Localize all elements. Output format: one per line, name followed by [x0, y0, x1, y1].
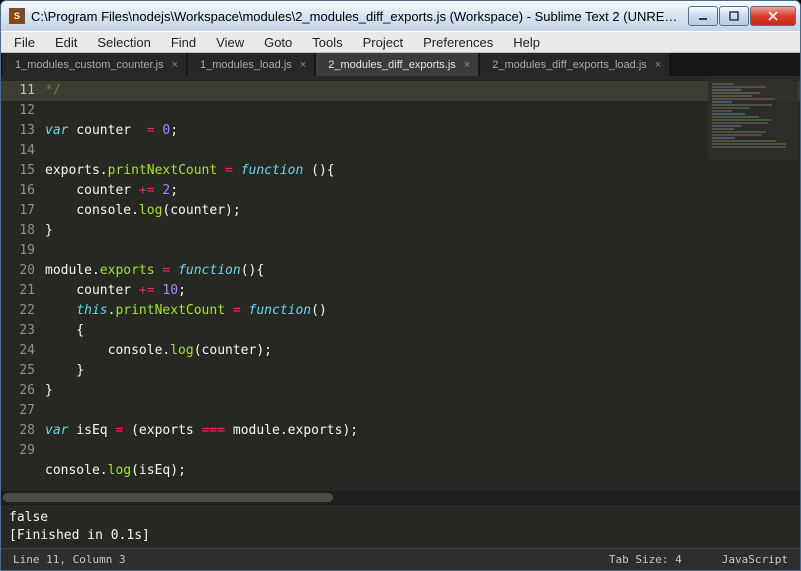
editor-area: 11 12 13 14 15 16 17 18 19 20 21 22 23 2…: [1, 77, 800, 548]
code-line[interactable]: module.exports = function(){: [45, 263, 264, 278]
app-icon: S: [9, 8, 25, 24]
menu-preferences[interactable]: Preferences: [414, 33, 502, 52]
code-line[interactable]: var isEq = (exports === module.exports);: [45, 423, 358, 438]
minimize-button[interactable]: [688, 6, 718, 26]
line-number[interactable]: 11: [1, 81, 45, 101]
code-line[interactable]: this.printNextCount = function(): [45, 303, 327, 318]
menu-project[interactable]: Project: [354, 33, 412, 52]
menubar: FileEditSelectionFindViewGotoToolsProjec…: [1, 31, 800, 53]
close-icon[interactable]: ×: [464, 59, 470, 71]
menu-tools[interactable]: Tools: [303, 33, 351, 52]
line-number[interactable]: 16: [19, 183, 35, 198]
tab-label: 2_modules_diff_exports.js: [328, 59, 456, 71]
line-number[interactable]: 25: [19, 363, 35, 378]
minimap[interactable]: [708, 79, 798, 159]
code-content[interactable]: */ var counter = 0; exports.printNextCou…: [45, 77, 800, 491]
tab-label: 2_modules_diff_exports_load.js: [492, 59, 647, 71]
menu-goto[interactable]: Goto: [255, 33, 301, 52]
code-line[interactable]: }: [45, 223, 53, 238]
titlebar[interactable]: S C:\Program Files\nodejs\Workspace\modu…: [1, 1, 800, 31]
app-window: S C:\Program Files\nodejs\Workspace\modu…: [0, 0, 801, 571]
code-line[interactable]: {: [45, 323, 84, 338]
maximize-button[interactable]: [719, 6, 749, 26]
code-line[interactable]: exports.printNextCount = function (){: [45, 163, 335, 178]
window-controls: [688, 6, 796, 26]
tab-2[interactable]: 2_modules_diff_exports.js ×: [316, 53, 478, 76]
line-number[interactable]: 29: [19, 443, 35, 458]
line-number[interactable]: 21: [19, 283, 35, 298]
menu-edit[interactable]: Edit: [46, 33, 86, 52]
line-number[interactable]: 24: [19, 343, 35, 358]
line-number[interactable]: 22: [19, 303, 35, 318]
code-line[interactable]: }: [45, 383, 53, 398]
code-line[interactable]: var counter = 0;: [45, 123, 178, 138]
line-number[interactable]: 23: [19, 323, 35, 338]
menu-find[interactable]: Find: [162, 33, 205, 52]
line-number[interactable]: 20: [19, 263, 35, 278]
code-line[interactable]: }: [45, 363, 84, 378]
line-number[interactable]: 14: [19, 143, 35, 158]
menu-selection[interactable]: Selection: [88, 33, 159, 52]
tab-0[interactable]: 1_modules_custom_counter.js ×: [3, 53, 186, 76]
close-icon[interactable]: ×: [172, 59, 178, 71]
line-number[interactable]: 12: [19, 103, 35, 118]
code-line[interactable]: counter += 10;: [45, 283, 186, 298]
window-title: C:\Program Files\nodejs\Workspace\module…: [31, 9, 684, 24]
code-scroll[interactable]: 11 12 13 14 15 16 17 18 19 20 21 22 23 2…: [1, 77, 800, 491]
horizontal-scrollbar[interactable]: [1, 491, 800, 504]
tab-label: 1_modules_load.js: [200, 59, 292, 71]
status-syntax[interactable]: JavaScript: [722, 553, 788, 566]
menu-view[interactable]: View: [207, 33, 253, 52]
tab-strip: 1_modules_custom_counter.js×1_modules_lo…: [1, 53, 800, 77]
line-number[interactable]: 13: [19, 123, 35, 138]
scrollbar-thumb[interactable]: [3, 493, 333, 502]
code-line[interactable]: console.log(counter);: [45, 343, 272, 358]
close-icon[interactable]: ×: [300, 59, 306, 71]
statusbar: Line 11, Column 3 Tab Size: 4 JavaScript: [1, 548, 800, 570]
line-number[interactable]: 26: [19, 383, 35, 398]
line-number[interactable]: 17: [19, 203, 35, 218]
close-icon[interactable]: ×: [655, 59, 661, 71]
code-line[interactable]: console.log(counter);: [45, 203, 241, 218]
menu-file[interactable]: File: [5, 33, 44, 52]
build-output[interactable]: false [Finished in 0.1s]: [1, 504, 800, 548]
line-number[interactable]: 28: [19, 423, 35, 438]
line-number[interactable]: 18: [19, 223, 35, 238]
line-number[interactable]: 27: [19, 403, 35, 418]
close-button[interactable]: [750, 6, 796, 26]
code-line[interactable]: counter += 2;: [45, 183, 178, 198]
tab-3[interactable]: 2_modules_diff_exports_load.js ×: [480, 53, 669, 76]
code-line[interactable]: */: [45, 81, 800, 101]
tab-label: 1_modules_custom_counter.js: [15, 59, 164, 71]
line-number[interactable]: 15: [19, 163, 35, 178]
gutter: 11 12 13 14 15 16 17 18 19 20 21 22 23 2…: [1, 77, 45, 491]
code-line[interactable]: console.log(isEq);: [45, 463, 186, 478]
tab-1[interactable]: 1_modules_load.js ×: [188, 53, 314, 76]
line-number[interactable]: 19: [19, 243, 35, 258]
menu-help[interactable]: Help: [504, 33, 549, 52]
status-tab-size[interactable]: Tab Size: 4: [609, 553, 682, 566]
status-position[interactable]: Line 11, Column 3: [13, 553, 126, 566]
